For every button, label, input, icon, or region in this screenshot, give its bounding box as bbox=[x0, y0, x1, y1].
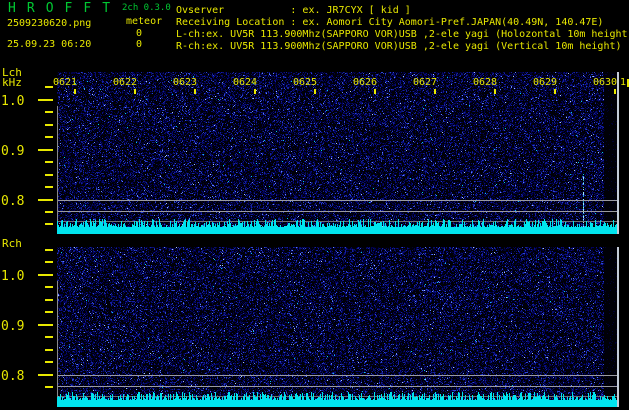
time-tick bbox=[494, 89, 496, 94]
freq-tick-minor bbox=[45, 211, 53, 213]
freq-tick-major bbox=[38, 199, 53, 201]
meteor-counter-label: meteor bbox=[126, 16, 162, 27]
time-label: 0624 bbox=[233, 77, 259, 88]
rch-freq-label-1_0: 1.0 bbox=[1, 269, 24, 284]
time-label: 0622 bbox=[113, 77, 139, 88]
freq-tick-minor bbox=[45, 111, 53, 113]
time-label: 0623 bbox=[173, 77, 199, 88]
time-tick bbox=[134, 89, 136, 94]
time-label: 0630 bbox=[593, 77, 619, 88]
time-label: 0628 bbox=[473, 77, 499, 88]
hrofft-window: H R O F F T 2ch 0.3.0 2509230620.png met… bbox=[0, 0, 629, 410]
time-tick bbox=[74, 89, 76, 94]
freq-tick-minor bbox=[45, 349, 53, 351]
observer-line: Ovserver : ex. JR7CYX [ kid ] bbox=[176, 5, 411, 16]
freq-tick-minor bbox=[45, 86, 53, 88]
freq-tick-major bbox=[38, 149, 53, 151]
meteor-count-rch: 0 bbox=[128, 39, 142, 50]
lch-freq-label-1_0: 1.0 bbox=[1, 94, 24, 109]
app-version: 2ch 0.3.0 bbox=[122, 3, 171, 13]
freq-tick-minor bbox=[45, 136, 53, 138]
rch-freq-label-0_8: 0.8 bbox=[1, 369, 24, 384]
time-label: 0625 bbox=[293, 77, 319, 88]
freq-tick-minor bbox=[45, 336, 53, 338]
freq-tick-minor bbox=[45, 249, 53, 251]
freq-tick-minor bbox=[45, 223, 53, 225]
time-label: 0626 bbox=[353, 77, 379, 88]
freq-tick-minor bbox=[45, 161, 53, 163]
freq-tick-minor bbox=[45, 186, 53, 188]
freq-tick-minor bbox=[45, 361, 53, 363]
freq-tick-minor bbox=[45, 174, 53, 176]
rch-freq-label-0_9: 0.9 bbox=[1, 319, 24, 334]
time-tick bbox=[314, 89, 316, 94]
time-tick bbox=[434, 89, 436, 94]
rch-spectrogram bbox=[57, 247, 619, 407]
time-tick bbox=[374, 89, 376, 94]
freq-tick-minor bbox=[45, 261, 53, 263]
rch-config-line: R-ch:ex. UV5R 113.900Mhz(SAPPORO VOR)USB… bbox=[176, 41, 622, 52]
time-tick bbox=[554, 89, 556, 94]
freq-tick-major bbox=[38, 324, 53, 326]
lch-freq-label-0_8: 0.8 bbox=[1, 194, 24, 209]
rch-axis-label: Rch bbox=[2, 237, 22, 250]
meteor-count-lch: 0 bbox=[128, 28, 142, 39]
freq-tick-minor bbox=[45, 286, 53, 288]
time-tick bbox=[194, 89, 196, 94]
lch-config-line: L-ch:ex. UV5R 113.900Mhz(SAPPORO VOR)USB… bbox=[176, 29, 628, 40]
freq-tick-major bbox=[38, 274, 53, 276]
freq-tick-minor bbox=[45, 311, 53, 313]
freq-tick-major bbox=[38, 374, 53, 376]
freq-tick-major bbox=[38, 99, 53, 101]
time-tick bbox=[254, 89, 256, 94]
app-title: H R O F F T bbox=[8, 1, 112, 16]
time-label: 0627 bbox=[413, 77, 439, 88]
freq-tick-minor bbox=[45, 124, 53, 126]
lch-spectrogram bbox=[57, 72, 619, 234]
lch-freq-label-0_9: 0.9 bbox=[1, 144, 24, 159]
time-label: 0629 bbox=[533, 77, 559, 88]
lch-axis-unit: kHz bbox=[2, 76, 22, 89]
freq-tick-minor bbox=[45, 299, 53, 301]
time-tick bbox=[614, 89, 616, 94]
time-label: 0621 bbox=[53, 77, 79, 88]
location-line: Receiving Location : ex. Aomori City Aom… bbox=[176, 17, 603, 28]
freq-tick-minor bbox=[45, 386, 53, 388]
record-datetime: 25.09.23 06:20 bbox=[7, 39, 91, 50]
output-filename: 2509230620.png bbox=[7, 18, 91, 29]
